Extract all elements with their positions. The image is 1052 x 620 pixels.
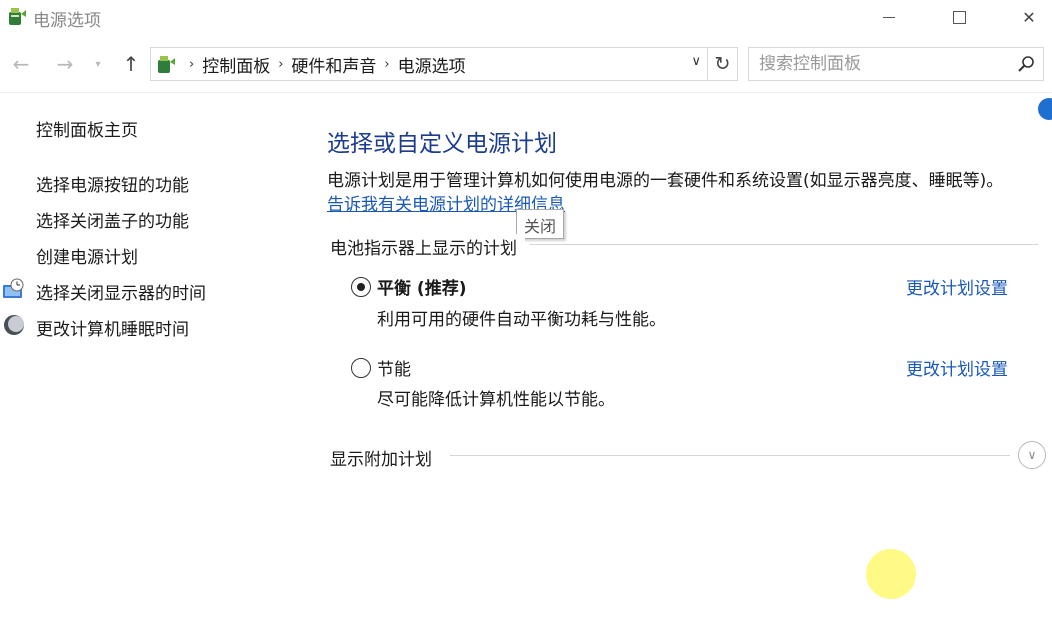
expand-additional-plans-button[interactable]: ∨ bbox=[1018, 441, 1046, 469]
balanced-plan-name[interactable]: 平衡 (推荐) bbox=[377, 274, 466, 299]
back-button[interactable]: ← bbox=[6, 50, 36, 78]
navigation-bar: ← → ▾ ↑ › 控制面板 › 硬件和声音 › 电源选项 ∨ ↻ bbox=[0, 40, 1052, 90]
breadcrumb-control-panel[interactable]: 控制面板 bbox=[202, 52, 270, 77]
sidebar-link-power-button[interactable]: 选择电源按钮的功能 bbox=[36, 171, 189, 196]
arrow-up-icon: ↑ bbox=[123, 52, 140, 76]
show-additional-plans-label[interactable]: 显示附加计划 bbox=[330, 445, 440, 470]
power-saver-plan-change-settings-link[interactable]: 更改计划设置 bbox=[906, 355, 1008, 380]
recent-locations-button[interactable]: ▾ bbox=[90, 50, 106, 78]
search-input[interactable] bbox=[749, 54, 999, 74]
power-saver-plan-name[interactable]: 节能 bbox=[377, 355, 411, 380]
chevron-right-icon[interactable]: › bbox=[384, 57, 389, 72]
forward-button[interactable]: → bbox=[50, 50, 80, 78]
header-divider bbox=[0, 92, 1052, 93]
cursor-highlight bbox=[866, 549, 916, 599]
minimize-icon bbox=[883, 17, 895, 18]
minimize-button[interactable] bbox=[866, 0, 912, 34]
sidebar-link-display-off[interactable]: 选择关闭显示器的时间 bbox=[36, 279, 206, 304]
refresh-button[interactable]: ↻ bbox=[708, 47, 738, 81]
monitor-clock-icon bbox=[2, 277, 26, 301]
sidebar-home-link[interactable]: 控制面板主页 bbox=[36, 116, 138, 141]
search-icon[interactable] bbox=[1017, 55, 1035, 73]
close-button[interactable]: ✕ bbox=[1006, 0, 1052, 34]
arrow-left-icon: ← bbox=[13, 52, 30, 76]
balanced-plan-change-settings-link[interactable]: 更改计划设置 bbox=[906, 274, 1008, 299]
address-bar[interactable]: › 控制面板 › 硬件和声音 › 电源选项 ∨ bbox=[150, 47, 708, 81]
sidebar-link-create-plan[interactable]: 创建电源计划 bbox=[36, 243, 138, 268]
title-bar: 电源选项 ✕ bbox=[0, 0, 1052, 36]
group-divider bbox=[530, 244, 1038, 245]
sidebar-link-sleep-time[interactable]: 更改计算机睡眠时间 bbox=[36, 315, 189, 340]
search-box[interactable] bbox=[748, 47, 1044, 81]
window-title: 电源选项 bbox=[33, 6, 101, 31]
balanced-plan-radio[interactable] bbox=[351, 277, 371, 297]
address-dropdown-icon[interactable]: ∨ bbox=[691, 54, 701, 69]
up-button[interactable]: ↑ bbox=[116, 50, 146, 78]
moon-icon bbox=[2, 313, 26, 337]
chevron-right-icon[interactable]: › bbox=[278, 57, 283, 72]
refresh-icon: ↻ bbox=[715, 53, 731, 75]
power-options-icon bbox=[155, 53, 177, 75]
power-saver-plan-radio[interactable] bbox=[351, 358, 371, 378]
battery-plans-header: 电池指示器上显示的计划 bbox=[330, 234, 525, 259]
chevron-down-icon: ∨ bbox=[1028, 448, 1037, 462]
close-icon: ✕ bbox=[1022, 8, 1035, 27]
power-options-icon bbox=[6, 5, 28, 27]
page-title: 选择或自定义电源计划 bbox=[327, 124, 557, 158]
chevron-down-icon: ▾ bbox=[95, 59, 100, 70]
power-saver-plan-description: 尽可能降低计算机性能以节能。 bbox=[377, 385, 615, 410]
additional-plans-divider bbox=[450, 455, 1010, 456]
balanced-plan-description: 利用可用的硬件自动平衡功耗与性能。 bbox=[377, 305, 666, 330]
arrow-right-icon: → bbox=[57, 52, 74, 76]
help-icon[interactable] bbox=[1038, 98, 1052, 120]
breadcrumb-hardware-sound[interactable]: 硬件和声音 bbox=[291, 52, 376, 77]
maximize-icon bbox=[953, 11, 966, 24]
maximize-button[interactable] bbox=[936, 0, 982, 34]
sidebar-link-lid-close[interactable]: 选择关闭盖子的功能 bbox=[36, 207, 189, 232]
breadcrumb-power-options[interactable]: 电源选项 bbox=[398, 52, 466, 77]
page-description: 电源计划是用于管理计算机如何使用电源的一套硬件和系统设置(如显示器亮度、睡眠等)… bbox=[327, 166, 1003, 191]
chevron-right-icon[interactable]: › bbox=[189, 57, 194, 72]
